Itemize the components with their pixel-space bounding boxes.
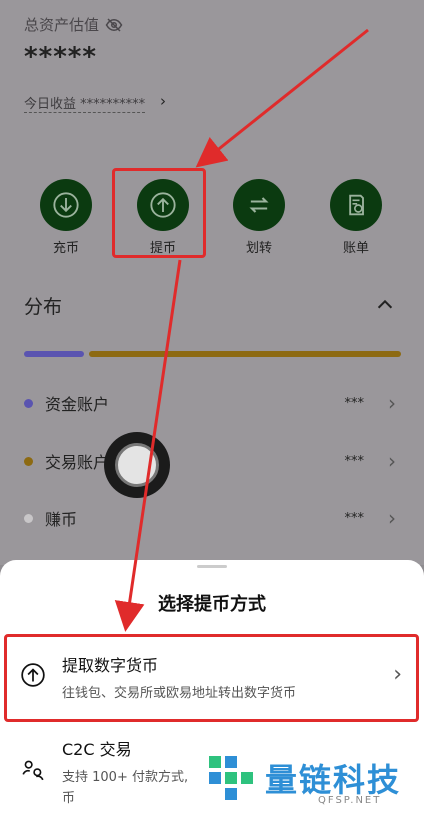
asset-label-row: 总资产估值	[24, 14, 123, 35]
touch-indicator	[104, 432, 170, 498]
download-icon	[40, 179, 92, 231]
people-exchange-icon	[22, 760, 44, 781]
asset-label: 总资产估值	[24, 16, 100, 34]
transfer-button[interactable]: 划转	[232, 179, 286, 256]
today-earnings[interactable]: 今日收益 **********	[24, 93, 146, 113]
bill-button[interactable]: 账单	[329, 179, 383, 256]
account-row-earn[interactable]: 赚币 *** ›	[24, 506, 396, 530]
chevron-up-icon[interactable]	[374, 294, 396, 316]
account-label: 交易账户	[45, 453, 110, 472]
account-value: ***	[344, 395, 365, 411]
account-row-funding[interactable]: 资金账户 *** ›	[24, 391, 396, 415]
deposit-button[interactable]: 充币	[39, 179, 93, 256]
distribution-bar-trading	[89, 351, 401, 357]
chevron-right-icon: ›	[388, 391, 396, 415]
trading-dot-icon	[24, 456, 33, 466]
dimmed-background	[0, 0, 424, 565]
today-arrow-icon[interactable]: ›	[160, 92, 166, 110]
chevron-right-icon: ›	[388, 449, 396, 473]
account-label: 资金账户	[45, 395, 110, 414]
highlight-box-option	[4, 634, 419, 722]
account-label: 赚币	[45, 510, 78, 529]
distribution-bar-funding	[24, 351, 84, 357]
highlight-box-withdraw	[112, 168, 206, 258]
watermark-logo-icon	[209, 756, 253, 800]
account-value: ***	[344, 510, 365, 526]
earn-dot-icon	[24, 513, 33, 523]
sheet-title: 选择提币方式	[158, 594, 266, 615]
sheet-drag-handle[interactable]	[197, 565, 227, 568]
transfer-icon	[233, 179, 285, 231]
chevron-right-icon: ›	[388, 506, 396, 530]
account-value: ***	[344, 453, 365, 469]
deposit-label: 充币	[52, 241, 79, 256]
distribution-title: 分布	[24, 296, 63, 318]
account-row-trading[interactable]: 交易账户 *** ›	[24, 449, 396, 473]
hide-eye-icon[interactable]	[105, 16, 123, 34]
asset-value: *****	[24, 42, 97, 72]
bill-icon	[330, 179, 382, 231]
transfer-label: 划转	[245, 241, 272, 256]
bill-label: 账单	[342, 241, 369, 256]
funding-dot-icon	[24, 398, 33, 408]
watermark-sub: QFSP.NET	[318, 795, 382, 806]
